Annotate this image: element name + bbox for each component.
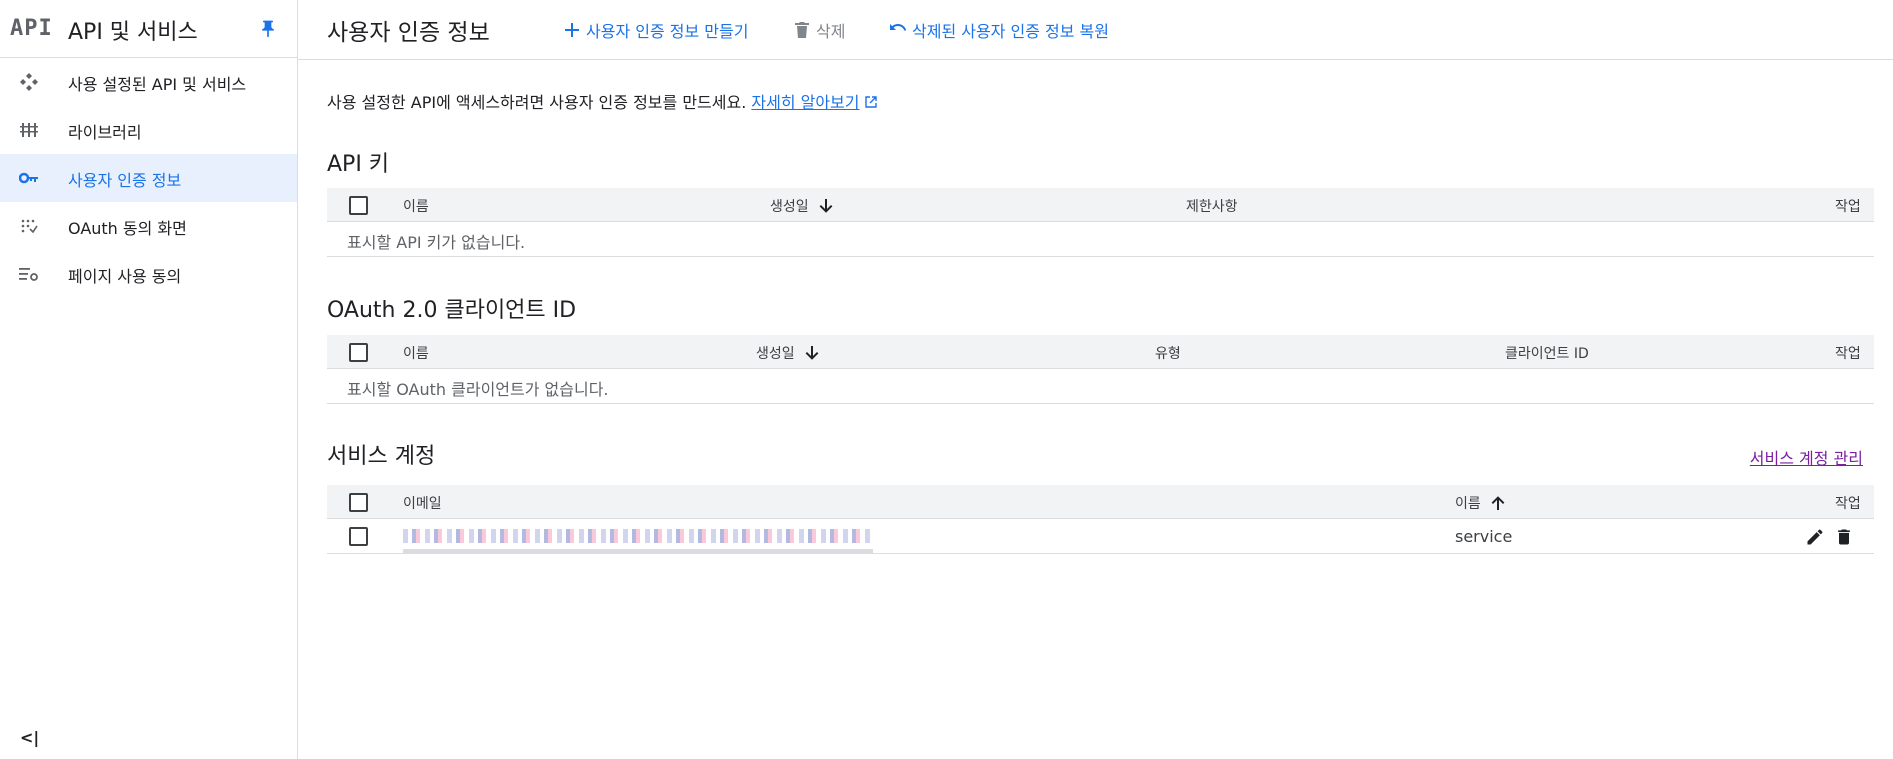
dots-grid-icon [18, 216, 40, 236]
arrow-down-icon [805, 346, 819, 360]
sidebar-item-label: 사용자 인증 정보 [68, 171, 182, 190]
delete-button[interactable]: 삭제 [794, 18, 845, 42]
api-logo: API [10, 16, 53, 41]
service-account-name: service [1455, 527, 1513, 546]
sidebar: API API 및 서비스 사용 설정된 API 및 서비스 라이브러리 사용자… [0, 0, 298, 759]
collapse-sidebar-icon[interactable]: <| [20, 728, 39, 747]
col-name[interactable]: 이름 [403, 343, 429, 363]
sidebar-item-label: 사용 설정된 API 및 서비스 [68, 75, 247, 94]
page-title: 사용자 인증 정보 [327, 20, 490, 46]
table-row[interactable]: service [327, 519, 1874, 554]
empty-message: 표시할 API 키가 없습니다. [347, 233, 526, 252]
manage-service-accounts-link[interactable]: 서비스 계정 관리 [1750, 445, 1863, 469]
create-credentials-button[interactable]: 사용자 인증 정보 만들기 [564, 18, 748, 42]
service-accounts-table: 이메일 이름 작업 service [327, 485, 1874, 554]
select-all-checkbox[interactable] [349, 493, 368, 512]
key-icon [18, 168, 40, 188]
pin-icon[interactable] [258, 18, 278, 40]
select-all-checkbox[interactable] [349, 343, 368, 362]
col-actions: 작업 [1835, 496, 1861, 512]
col-email[interactable]: 이메일 [403, 493, 442, 513]
sidebar-title: API 및 서비스 [68, 20, 198, 45]
settings-list-icon [18, 264, 40, 284]
apis-diamond-icon [18, 72, 40, 92]
col-restrictions: 제한사항 [1186, 199, 1238, 215]
sidebar-item-label: 페이지 사용 동의 [68, 267, 182, 286]
intro-message: 사용 설정한 API에 액세스하려면 사용자 인증 정보를 만드세요. [327, 93, 747, 112]
col-name[interactable]: 이름 [1455, 493, 1505, 513]
api-keys-title: API 키 [327, 152, 390, 177]
external-link-icon [864, 96, 877, 108]
arrow-down-icon [819, 199, 833, 213]
table-header: 이름 생성일 유형 클라이언트 ID 작업 [327, 335, 1874, 369]
api-keys-table: 이름 생성일 제한사항 작업 표시할 API 키가 없습니다. [327, 188, 1874, 257]
empty-row: 표시할 OAuth 클라이언트가 없습니다. [327, 369, 1874, 404]
sidebar-header: API API 및 서비스 [0, 0, 297, 58]
col-actions: 작업 [1835, 199, 1861, 215]
trash-icon[interactable] [1834, 527, 1854, 547]
table-header: 이름 생성일 제한사항 작업 [327, 188, 1874, 222]
undo-icon [890, 24, 906, 31]
sidebar-item-enabled-apis[interactable]: 사용 설정된 API 및 서비스 [0, 58, 297, 106]
sidebar-item-oauth-consent[interactable]: OAuth 동의 화면 [0, 202, 297, 250]
sidebar-item-credentials[interactable]: 사용자 인증 정보 [0, 154, 297, 202]
redacted-underline [403, 549, 873, 553]
table-header: 이메일 이름 작업 [327, 485, 1874, 519]
row-checkbox[interactable] [349, 527, 368, 546]
create-credentials-label: 사용자 인증 정보 만들기 [586, 22, 749, 41]
service-accounts-title: 서비스 계정 [327, 444, 436, 469]
sidebar-item-label: 라이브러리 [68, 123, 142, 142]
intro-text: 사용 설정한 API에 액세스하려면 사용자 인증 정보를 만드세요. 자세히 … [327, 89, 877, 113]
sidebar-item-page-consent[interactable]: 페이지 사용 동의 [0, 250, 297, 298]
main-content: 사용 설정한 API에 액세스하려면 사용자 인증 정보를 만드세요. 자세히 … [298, 60, 1893, 759]
edit-icon[interactable] [1805, 527, 1825, 547]
learn-more-link[interactable]: 자세히 알아보기 [751, 93, 859, 112]
redacted-email [403, 529, 873, 543]
sidebar-nav: 사용 설정된 API 및 서비스 라이브러리 사용자 인증 정보 OAuth 동… [0, 58, 297, 298]
oauth-title: OAuth 2.0 클라이언트 ID [327, 298, 577, 323]
restore-deleted-button[interactable]: 삭제된 사용자 인증 정보 복원 [888, 18, 1109, 42]
oauth-table: 이름 생성일 유형 클라이언트 ID 작업 표시할 OAuth 클라이언트가 없… [327, 335, 1874, 404]
col-actions: 작업 [1835, 346, 1861, 362]
arrow-up-icon [1491, 496, 1505, 510]
empty-row: 표시할 API 키가 없습니다. [327, 222, 1874, 257]
delete-label: 삭제 [816, 22, 846, 41]
empty-message: 표시할 OAuth 클라이언트가 없습니다. [347, 380, 609, 399]
col-type: 유형 [1155, 346, 1181, 362]
sidebar-item-library[interactable]: 라이브러리 [0, 106, 297, 154]
plus-icon [565, 23, 579, 37]
col-name[interactable]: 이름 [403, 196, 429, 216]
col-client-id: 클라이언트 ID [1505, 346, 1589, 362]
col-created[interactable]: 생성일 [756, 343, 819, 363]
sidebar-item-label: OAuth 동의 화면 [68, 219, 187, 238]
col-created[interactable]: 생성일 [770, 196, 833, 216]
topbar: 사용자 인증 정보 사용자 인증 정보 만들기 삭제 삭제된 사용자 인증 정보… [298, 0, 1893, 60]
trash-icon [795, 22, 809, 38]
restore-deleted-label: 삭제된 사용자 인증 정보 복원 [912, 22, 1109, 41]
library-icon [18, 120, 40, 140]
select-all-checkbox[interactable] [349, 196, 368, 215]
